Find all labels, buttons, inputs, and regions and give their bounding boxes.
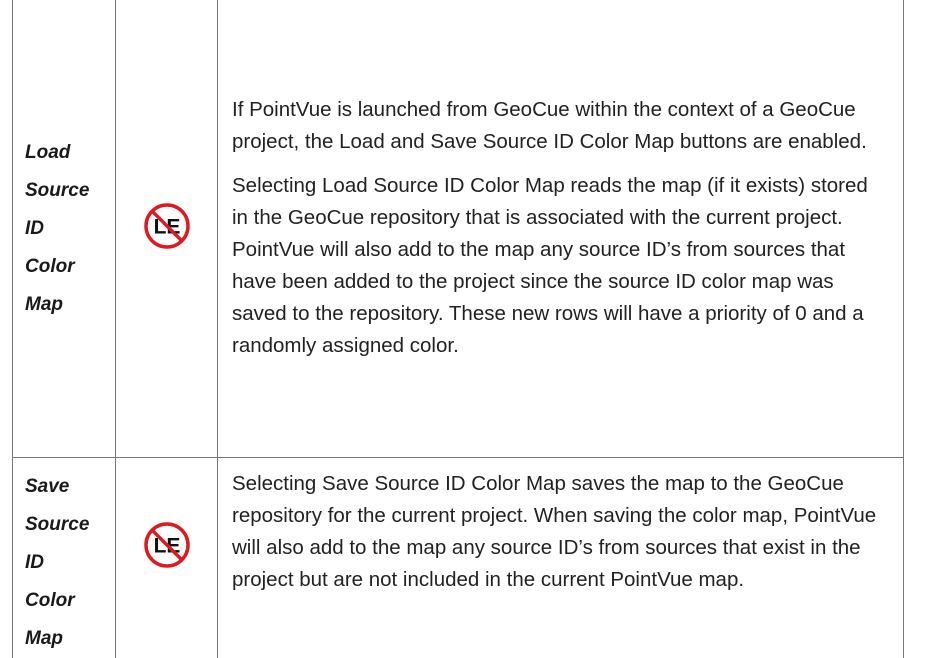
description-paragraph: If PointVue is launched from GeoCue with… bbox=[232, 97, 867, 153]
feature-name-line: Source bbox=[25, 179, 90, 201]
feature-name-cell: Save Source ID Color Map bbox=[12, 457, 116, 658]
description-cell: Selecting Save Source ID Color Map saves… bbox=[217, 457, 904, 658]
description-paragraph: Selecting Save Source ID Color Map saves… bbox=[232, 472, 877, 591]
table-row: Save Source ID Color Map LE bbox=[12, 457, 904, 658]
document-page: Load Source ID Color Map LE bbox=[0, 0, 941, 658]
icon-cell: LE bbox=[115, 0, 218, 458]
feature-name-line: Source bbox=[25, 514, 90, 535]
feature-name-cell: Load Source ID Color Map bbox=[12, 0, 116, 458]
feature-name-line: Map bbox=[25, 628, 63, 649]
icon-cell: LE bbox=[115, 457, 218, 658]
feature-name: Save Source ID Color Map bbox=[13, 458, 115, 658]
feature-name-line: Color bbox=[25, 255, 75, 277]
feature-table: Load Source ID Color Map LE bbox=[12, 0, 904, 658]
no-le-icon: LE bbox=[142, 520, 192, 570]
feature-name-line: Save bbox=[25, 476, 70, 497]
table-row: Load Source ID Color Map LE bbox=[12, 0, 904, 458]
feature-name-line: Color bbox=[25, 590, 75, 611]
no-le-icon: LE bbox=[142, 201, 192, 251]
feature-name-line: ID bbox=[25, 217, 44, 239]
feature-name: Load Source ID Color Map bbox=[13, 134, 115, 324]
feature-name-line: Load bbox=[25, 141, 71, 163]
feature-name-line: Map bbox=[25, 293, 63, 315]
feature-name-line: ID bbox=[25, 552, 44, 573]
description-cell: If PointVue is launched from GeoCue with… bbox=[217, 0, 904, 458]
description-paragraph: Selecting Load Source ID Color Map reads… bbox=[232, 173, 868, 357]
